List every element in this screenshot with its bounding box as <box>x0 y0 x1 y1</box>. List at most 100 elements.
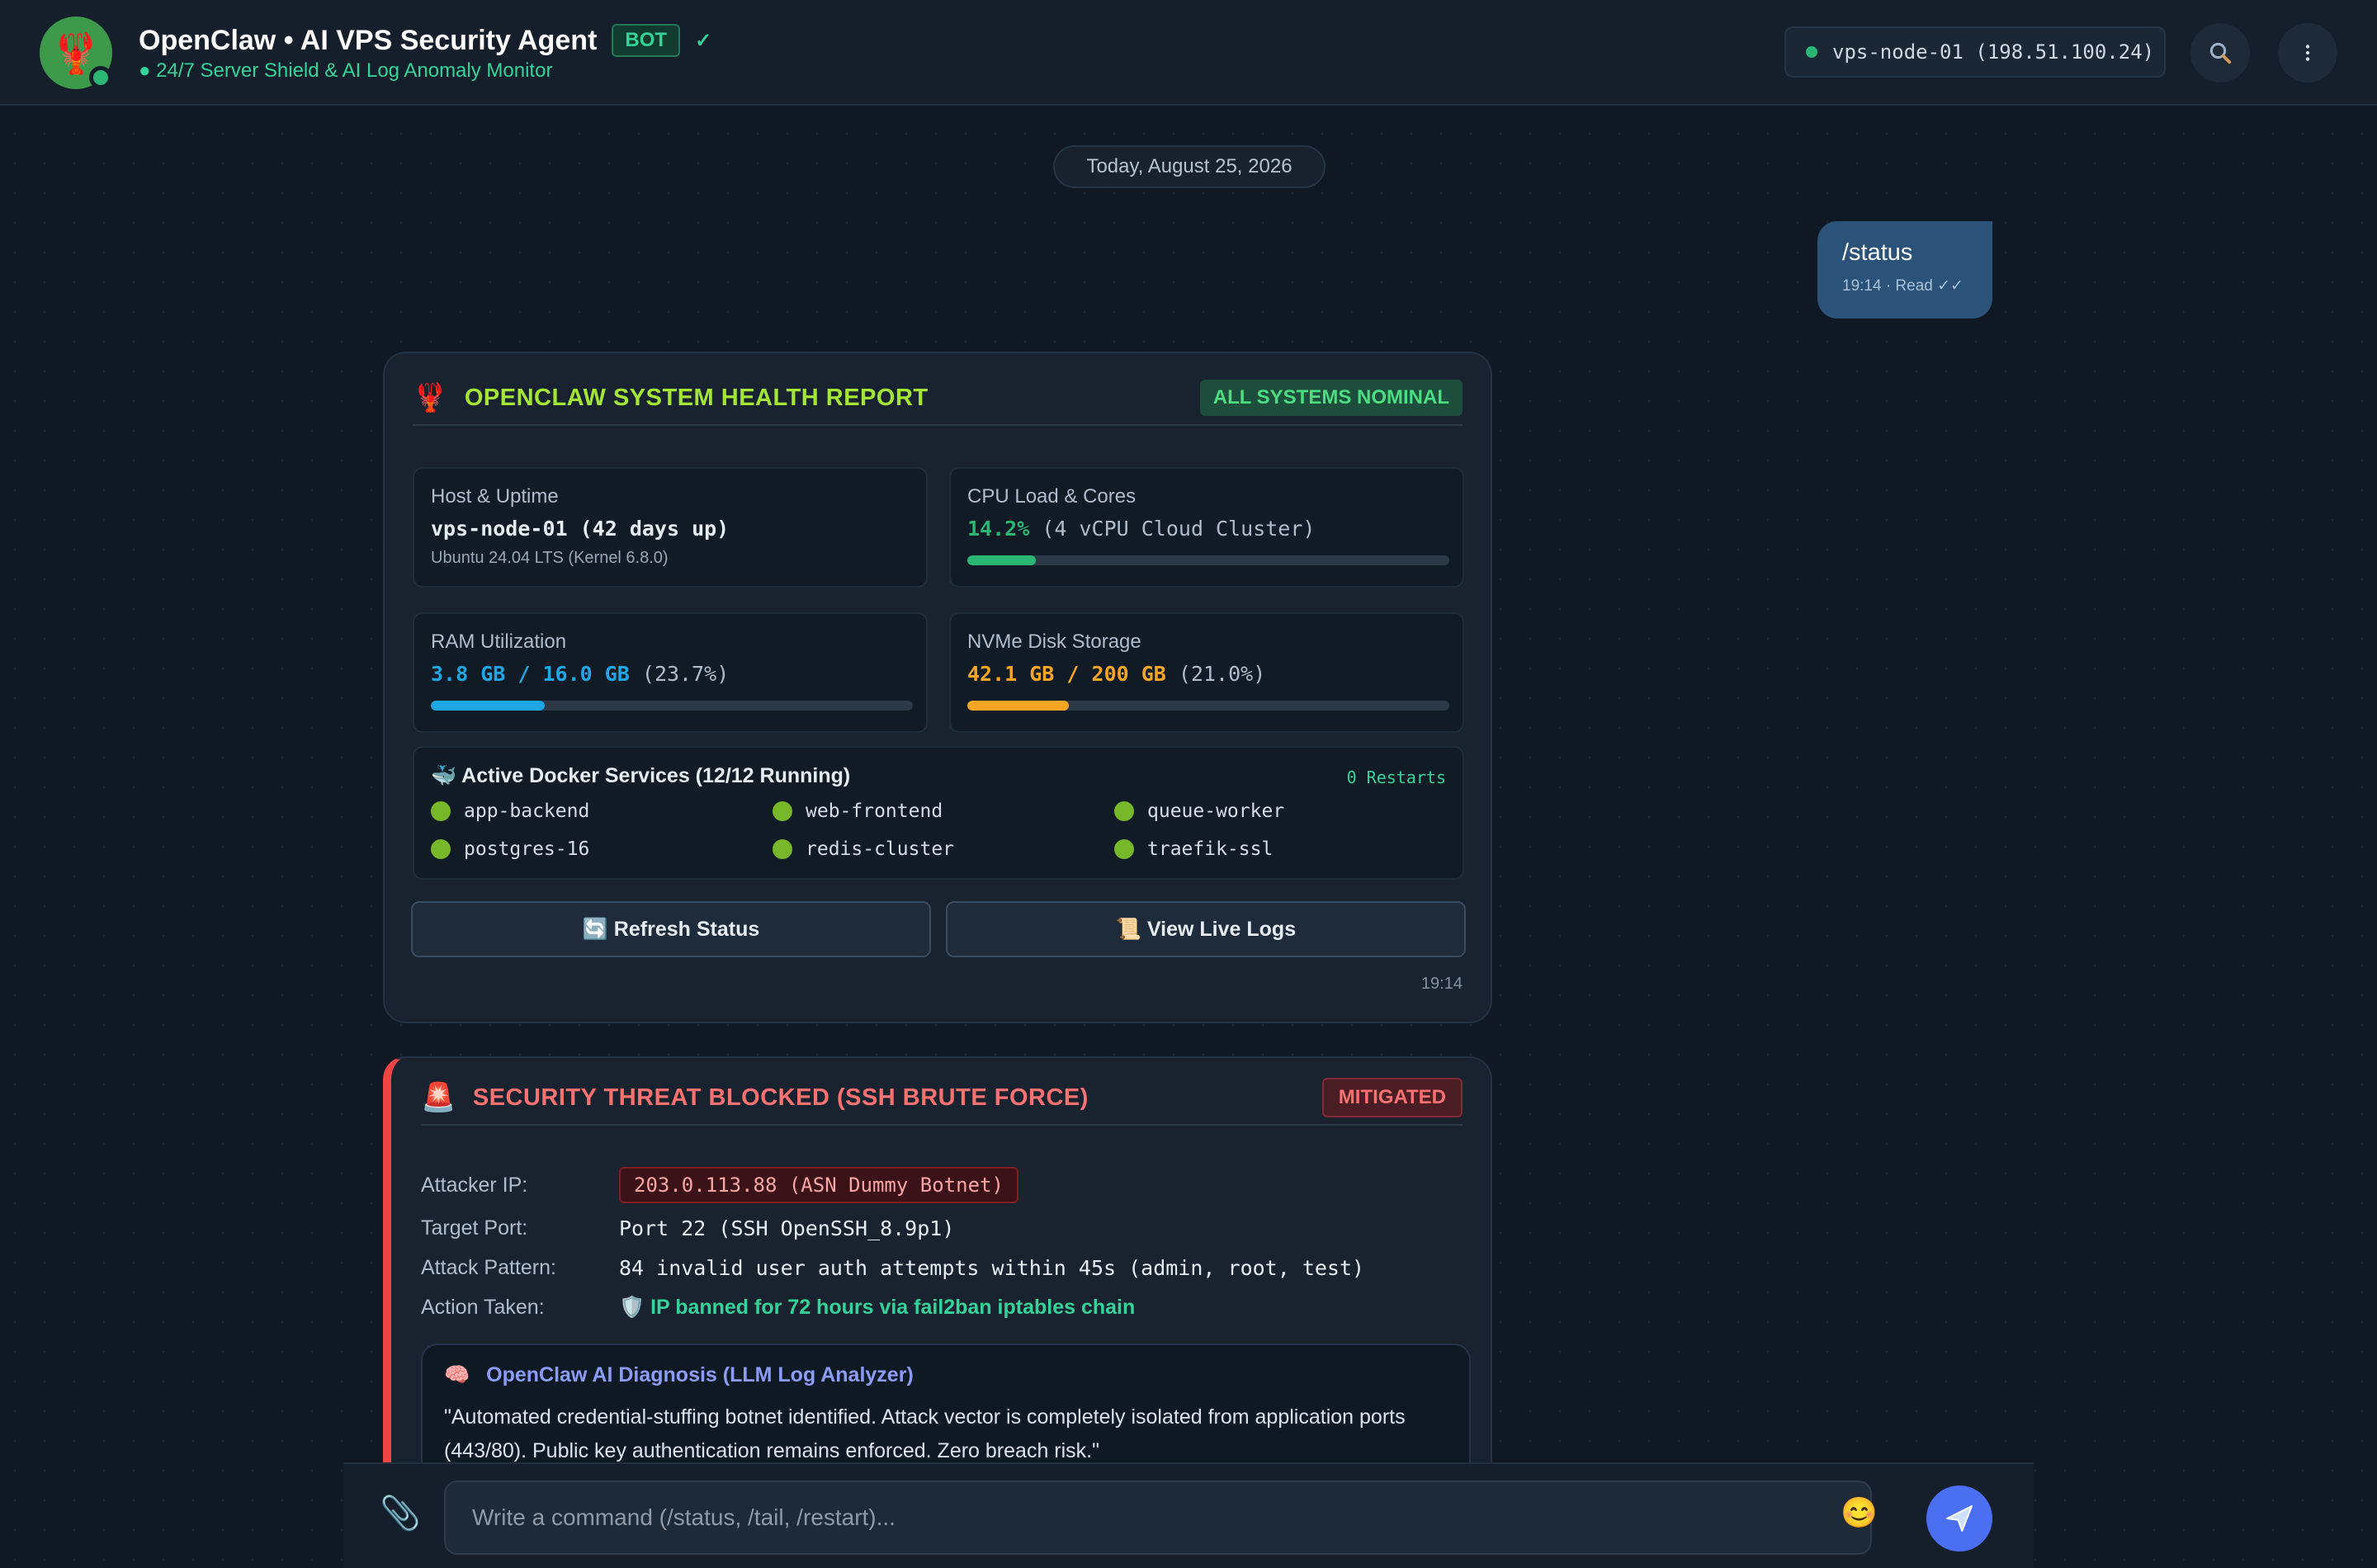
ai-diagnosis-title: OpenClaw AI Diagnosis (LLM Log Analyzer) <box>486 1363 914 1386</box>
attacker-ip-value[interactable]: 203.0.113.88 (ASN Dummy Botnet) <box>619 1167 1018 1203</box>
service-status-icon <box>773 801 792 821</box>
attack-pattern-label: Attack Pattern: <box>421 1256 556 1279</box>
threat-header: 🚨 SECURITY THREAT BLOCKED (SSH BRUTE FOR… <box>421 1071 1463 1126</box>
action-taken-label: Action Taken: <box>421 1296 545 1319</box>
host-os: Ubuntu 24.04 LTS (Kernel 6.8.0) <box>431 549 669 567</box>
ram-bar <box>431 701 913 711</box>
service-item: app-backend <box>431 801 589 822</box>
date-divider: Today, August 25, 2026 <box>1053 145 1326 188</box>
cpu-bar <box>967 555 1449 565</box>
target-port-value: Port 22 (SSH OpenSSH_8.9p1) <box>619 1216 955 1240</box>
service-name: redis-cluster <box>806 838 955 860</box>
ram-value-row: 3.8 GB / 16.0 GB (23.7%) <box>431 662 910 686</box>
disk-value: 42.1 GB / 200 GB <box>967 662 1166 686</box>
server-selector[interactable]: vps-node-01 (198.51.100.24) <box>1784 26 2166 78</box>
ai-diagnosis-header: 🧠 OpenClaw AI Diagnosis (LLM Log Analyze… <box>444 1363 1448 1387</box>
chat-header: 🦞 OpenClaw • AI VPS Security Agent BOT ✓… <box>0 0 2377 106</box>
health-report-header: 🦞 OPENCLAW SYSTEM HEALTH REPORT ALL SYST… <box>413 371 1463 426</box>
host-uptime-box: Host & Uptime vps-node-01 (42 days up) U… <box>413 467 928 588</box>
service-item: web-frontend <box>773 801 943 822</box>
server-status-dot <box>1806 46 1817 58</box>
disk-bar <box>967 701 1449 711</box>
service-status-icon <box>1114 839 1134 859</box>
verified-icon: ✓ <box>695 29 712 52</box>
more-vertical-icon <box>2305 45 2310 61</box>
attack-pattern-value: 84 invalid user auth attempts within 45s… <box>619 1256 1365 1280</box>
disk-detail: (21.0%) <box>1178 662 1266 686</box>
action-taken-row: Action Taken: 🛡️ IP banned for 72 hours … <box>421 1296 1135 1320</box>
target-port-row: Target Port: Port 22 (SSH OpenSSH_8.9p1) <box>421 1216 954 1240</box>
user-message-bubble[interactable]: /status 19:14 · Read ✓✓ <box>1817 221 1992 319</box>
health-report-title: OPENCLAW SYSTEM HEALTH REPORT <box>464 384 929 411</box>
cpu-value-row: 14.2% (4 vCPU Cloud Cluster) <box>967 517 1446 541</box>
emoji-button[interactable]: 😊 <box>1841 1495 1878 1530</box>
bot-badge: BOT <box>612 24 681 57</box>
user-message-text: /status <box>1842 239 1913 266</box>
whale-icon: 🐳 <box>431 764 457 787</box>
service-name: queue-worker <box>1147 801 1285 822</box>
service-name: traefik-ssl <box>1147 838 1274 860</box>
brain-icon: 🧠 <box>444 1363 470 1386</box>
siren-icon: 🚨 <box>421 1082 456 1113</box>
ram-box: RAM Utilization 3.8 GB / 16.0 GB (23.7%) <box>413 612 928 733</box>
disk-label: NVMe Disk Storage <box>967 631 1141 653</box>
attacker-ip-row: Attacker IP: 203.0.113.88 (ASN Dummy Bot… <box>421 1167 1018 1203</box>
view-live-logs-button[interactable]: 📜 View Live Logs <box>946 901 1466 957</box>
refresh-status-button[interactable]: 🔄 Refresh Status <box>411 901 931 957</box>
ram-value: 3.8 GB / 16.0 GB <box>431 662 630 686</box>
docker-title: Active Docker Services (12/12 Running) <box>461 764 851 787</box>
attack-pattern-row: Attack Pattern: 84 invalid user auth att… <box>421 1256 1364 1280</box>
docker-title-row: 🐳 Active Docker Services (12/12 Running) <box>431 764 850 788</box>
send-button[interactable] <box>1926 1485 1992 1551</box>
service-name: postgres-16 <box>464 838 590 860</box>
attach-button[interactable]: 📎 <box>380 1494 421 1533</box>
service-name: app-backend <box>464 801 590 822</box>
service-status-icon <box>773 839 792 859</box>
service-status-icon <box>431 801 451 821</box>
cpu-detail: (4 vCPU Cloud Cluster) <box>1042 517 1316 541</box>
status-badge: ALL SYSTEMS NOMINAL <box>1199 380 1463 416</box>
more-options-button[interactable] <box>2278 23 2337 83</box>
ram-detail: (23.7%) <box>641 662 730 686</box>
ram-label: RAM Utilization <box>431 631 567 653</box>
status-badge: MITIGATED <box>1321 1078 1463 1117</box>
attacker-ip-label: Attacker IP: <box>421 1173 528 1197</box>
cpu-value: 14.2% <box>967 517 1030 541</box>
service-status-icon <box>431 839 451 859</box>
action-taken-value: 🛡️ IP banned for 72 hours via fail2ban i… <box>619 1296 1136 1319</box>
docker-services-box: 🐳 Active Docker Services (12/12 Running)… <box>413 746 1464 880</box>
search-icon <box>2209 42 2232 64</box>
send-icon <box>1946 1505 1973 1532</box>
health-report-title-group: 🦞 OPENCLAW SYSTEM HEALTH REPORT <box>413 381 929 414</box>
cpu-label: CPU Load & Cores <box>967 485 1137 508</box>
service-item: postgres-16 <box>431 838 589 860</box>
command-input[interactable] <box>444 1481 1872 1555</box>
service-item: queue-worker <box>1114 801 1284 822</box>
disk-value-row: 42.1 GB / 200 GB (21.0%) <box>967 662 1446 686</box>
service-item: redis-cluster <box>773 838 954 860</box>
cpu-bar-fill <box>967 555 1036 565</box>
health-report-card: 🦞 OPENCLAW SYSTEM HEALTH REPORT ALL SYST… <box>383 352 1492 1023</box>
search-button[interactable] <box>2190 23 2250 83</box>
ai-diagnosis-text: "Automated credential-stuffing botnet id… <box>444 1405 1406 1462</box>
threat-title-group: 🚨 SECURITY THREAT BLOCKED (SSH BRUTE FOR… <box>421 1081 1089 1114</box>
lobster-icon: 🦞 <box>413 382 448 413</box>
server-label: vps-node-01 (198.51.100.24) <box>1832 40 2155 64</box>
online-status-dot <box>89 66 112 89</box>
user-message-meta: 19:14 · Read ✓✓ <box>1842 277 1964 295</box>
paperclip-icon: 📎 <box>380 1495 421 1532</box>
ram-bar-fill <box>431 701 546 711</box>
target-port-label: Target Port: <box>421 1216 528 1240</box>
host-value: vps-node-01 (42 days up) <box>431 517 730 541</box>
disk-box: NVMe Disk Storage 42.1 GB / 200 GB (21.0… <box>949 612 1464 733</box>
docker-restarts: 0 Restarts <box>1346 767 1446 787</box>
service-status-icon <box>1114 801 1134 821</box>
bot-subtitle: ● 24/7 Server Shield & AI Log Anomaly Mo… <box>139 59 553 82</box>
message-timestamp: 19:14 <box>1420 975 1463 993</box>
bot-name[interactable]: OpenClaw • AI VPS Security Agent <box>139 25 597 57</box>
service-item: traefik-ssl <box>1114 838 1273 860</box>
cpu-box: CPU Load & Cores 14.2% (4 vCPU Cloud Clu… <box>949 467 1464 588</box>
threat-title: SECURITY THREAT BLOCKED (SSH BRUTE FORCE… <box>472 1084 1089 1111</box>
service-name: web-frontend <box>806 801 943 822</box>
bot-name-row: OpenClaw • AI VPS Security Agent BOT ✓ <box>139 21 711 59</box>
